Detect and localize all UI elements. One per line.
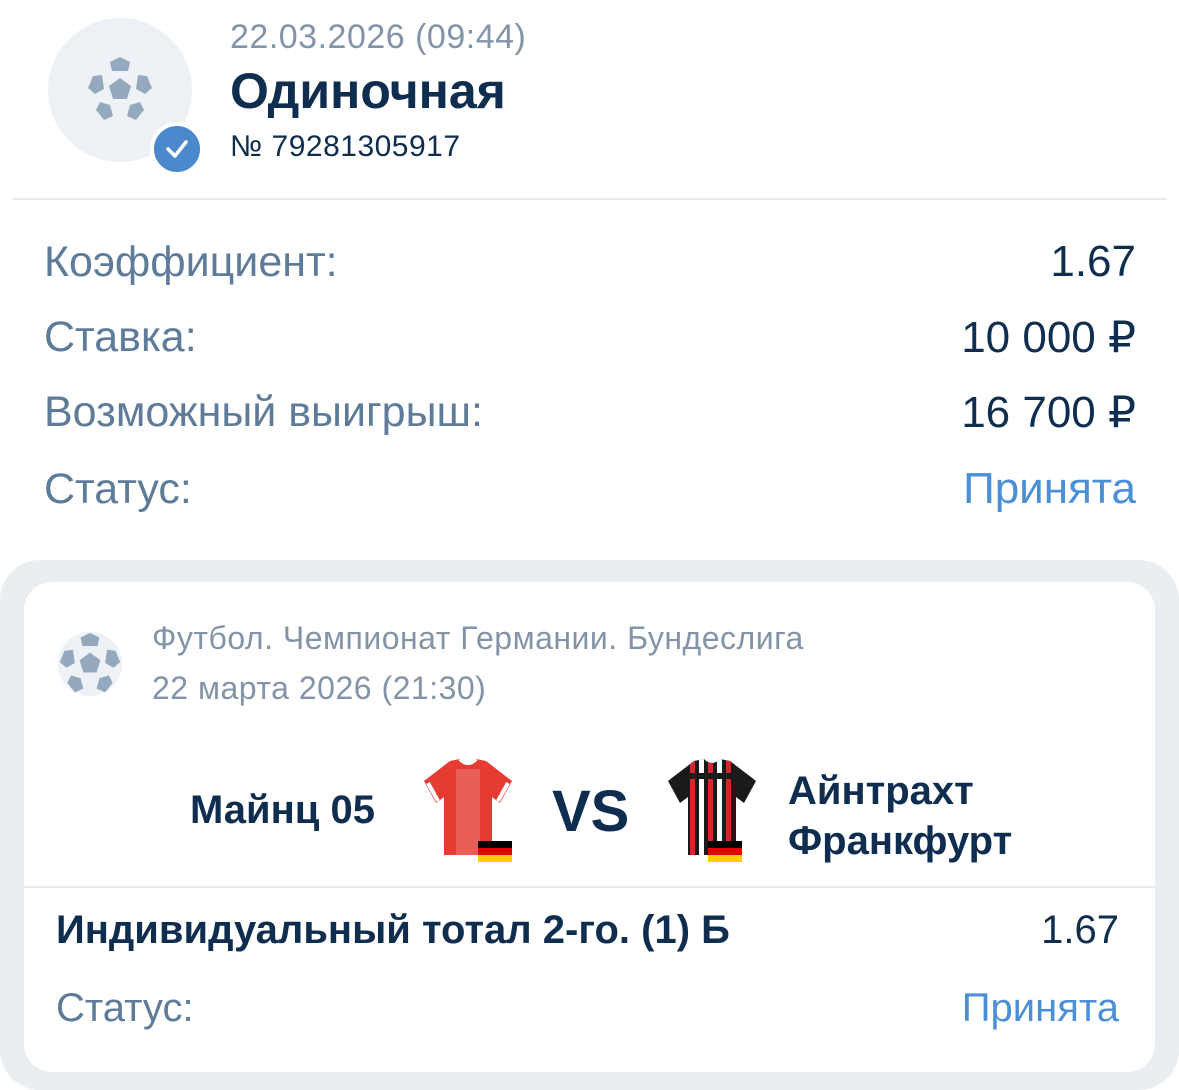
stake-value: 10 000 ₽ (961, 312, 1136, 362)
divider (12, 198, 1167, 200)
home-team-jersey-icon (424, 757, 512, 862)
odds-label: Коэффициент: (44, 237, 338, 286)
bet-datetime: 22.03.2026 (09:44) (230, 18, 527, 56)
status-label: Статус: (44, 464, 192, 513)
soccer-ball-icon (86, 56, 154, 124)
germany-flag-icon (478, 841, 512, 862)
verified-badge (150, 122, 204, 176)
payout-label: Возможный выигрыш: (44, 387, 483, 436)
stake-row: Ставка: 10 000 ₽ (44, 307, 1136, 367)
stake-label: Ставка: (44, 312, 197, 361)
soccer-ball-icon (57, 631, 123, 697)
league-name: Футбол. Чемпионат Германии. Бундеслига (152, 620, 804, 656)
status-row: Статус: Принята (44, 459, 1136, 519)
away-team-jersey-icon (668, 759, 756, 862)
event-status-value: Принята (961, 986, 1119, 1030)
away-team-name-line2: Франкфурт (788, 819, 1013, 863)
market-odds: 1.67 (1041, 908, 1119, 952)
odds-row: Коэффициент: 1.67 (44, 232, 1136, 292)
bet-number: № 79281305917 (230, 130, 461, 163)
event-date: 22 марта 2026 (21:30) (152, 670, 487, 706)
home-team-name: Майнц 05 (190, 788, 375, 832)
away-team-name: Айнтрахт Франкфурт (788, 766, 1012, 866)
odds-value: 1.67 (1050, 237, 1136, 286)
germany-flag-icon (708, 841, 742, 862)
payout-value: 16 700 ₽ (961, 387, 1136, 437)
divider (24, 886, 1155, 888)
status-value: Принята (963, 464, 1136, 513)
away-team-name-line1: Айнтрахт (788, 769, 974, 813)
event-status-label: Статус: (56, 986, 194, 1030)
payout-row: Возможный выигрыш: 16 700 ₽ (44, 382, 1136, 442)
checkmark-icon (166, 140, 188, 158)
vs-label: VS (552, 779, 630, 844)
bet-type-title: Одиночная (230, 63, 506, 119)
market-name: Индивидуальный тотал 2-го. (1) Б (56, 908, 730, 952)
